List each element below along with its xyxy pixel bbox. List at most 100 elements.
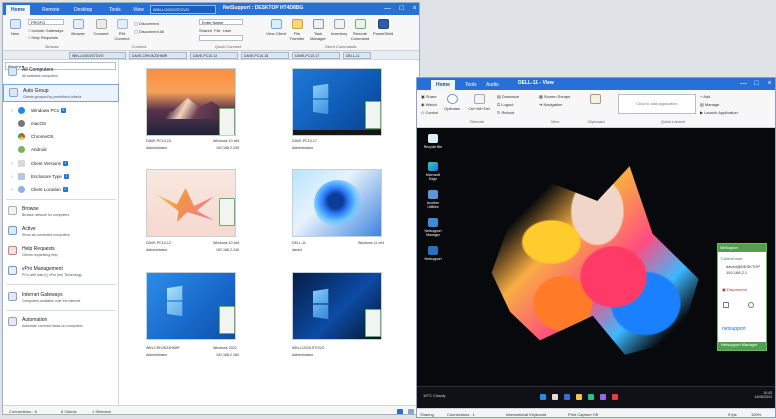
launch-application-button[interactable]: ▶ Launch Application <box>700 110 738 115</box>
client-control-panel[interactable]: NetSupport Control user dave4@DESKTOP 19… <box>717 243 767 351</box>
tree-macos[interactable]: macOS <box>3 118 119 130</box>
chat-icon[interactable] <box>723 302 729 308</box>
viewer-minimize-icon[interactable]: — <box>737 79 750 89</box>
edge-taskbar-icon[interactable] <box>588 394 594 400</box>
sidebar-item-active[interactable]: Active Show all connected computers <box>3 223 119 241</box>
disconnect-client-button[interactable]: ▣ Disconnect <box>722 287 747 292</box>
share-button[interactable]: ▣ Share <box>421 94 437 99</box>
clipboard-button[interactable] <box>585 93 605 117</box>
tree-enclosure-type[interactable]: › Enclosure Type 1 <box>3 171 119 183</box>
tree-chromeos[interactable]: ChromeOS <box>3 131 119 143</box>
sidebar-item-auto-group[interactable]: Auto Group Clients grouped by predefined… <box>3 84 119 102</box>
logout-button[interactable]: ⏻ Logout <box>497 102 514 107</box>
sidebar-item-help-requests[interactable]: Help Requests Clients requesting help <box>3 243 119 261</box>
desktop-icon-netsupport[interactable]: Netsupport <box>423 246 443 266</box>
client-tab-pc10-17[interactable]: DAVE-PC10-17 <box>292 52 340 59</box>
search-icon[interactable] <box>552 394 558 400</box>
remote-desktop[interactable]: Recycle Bin Microsoft Edge Another Utili… <box>417 128 775 408</box>
viewer-tab-tools[interactable]: Tools <box>460 80 482 90</box>
task-view-icon[interactable] <box>564 394 570 400</box>
pin-connect-button[interactable]: PIN Connect <box>112 18 132 42</box>
tree-client-versions[interactable]: › Client Versions 1 <box>3 158 119 170</box>
quick-connect-type[interactable] <box>199 35 243 41</box>
sidebar-item-automation[interactable]: Automation Automate common tasks on comp… <box>3 314 119 332</box>
tree-client-location[interactable]: › Client Location 1 <box>3 184 119 196</box>
desktop-icon-utilities[interactable]: Another Utilities <box>423 190 443 210</box>
remote-command-button[interactable]: Remote Command <box>350 18 370 42</box>
clients-status: 6 Clients <box>61 409 77 414</box>
file-explorer-icon[interactable] <box>576 394 582 400</box>
sidebar-item-browse[interactable]: Browse Browse network for computers <box>3 203 119 221</box>
screen-scrape-button[interactable]: ▦ Screen Scrape <box>539 94 570 99</box>
disconnect-all-button[interactable]: ▢ Disconnect All <box>134 29 164 34</box>
sidebar-item-internet-gateways[interactable]: Internet Gateways Computers available ov… <box>3 289 119 307</box>
desktop-icon-edge[interactable]: Microsoft Edge <box>423 162 443 182</box>
tab-remote[interactable]: Remote <box>37 5 65 15</box>
minimize-icon[interactable]: — <box>381 4 394 14</box>
thumbnail-win-crhjk[interactable] <box>146 272 236 340</box>
browse-button[interactable]: Browse <box>68 18 88 42</box>
viewer-tab-home[interactable]: Home <box>431 80 455 90</box>
tree-windows-pcs[interactable]: › Windows PCs 6 <box>3 105 119 117</box>
client-tab-pc10-12[interactable]: DAVE-PC10-12 <box>190 52 238 59</box>
sidebar-item-vpro[interactable]: vPro Management PCs with Intel (r) vPro … <box>3 263 119 281</box>
task-manager-icon <box>312 19 324 29</box>
quick-connect-input[interactable]: Enter Name <box>199 19 243 25</box>
disconnect-button[interactable]: ▢ Disconnect <box>134 21 159 26</box>
tab-desktop[interactable]: Desktop <box>69 5 97 15</box>
include-gateways-checkbox[interactable]: □ Include Gateways <box>28 28 63 33</box>
viewer-tab-audio[interactable]: Audio <box>481 80 504 90</box>
sidebar-item-all-computers[interactable]: All Computers All available computers <box>3 64 119 82</box>
thumbnail-dave-pc10-15[interactable] <box>146 68 236 136</box>
thumbnail-client-panel <box>365 101 381 129</box>
add-app-button[interactable]: + Add <box>700 94 710 99</box>
document-tab[interactable]: WIN-LOG01STGVO <box>150 5 216 14</box>
store-icon[interactable] <box>600 394 606 400</box>
thumbnail-dave-pc10-17[interactable] <box>292 68 382 136</box>
windows-start-icon[interactable] <box>540 394 546 400</box>
desktop-icon-netsupport-manager[interactable]: Netsupport Manager <box>423 218 443 238</box>
help-requests-checkbox[interactable]: □ Help Requests <box>28 35 58 40</box>
thumbnail-dell-11[interactable] <box>292 169 382 237</box>
help-icon[interactable] <box>748 302 754 308</box>
vpro-icon <box>8 266 17 275</box>
client-tab-pc10-15[interactable]: DAVE-PC10-15 <box>241 52 289 59</box>
client-tab-crhjk[interactable]: DAVE-CRHJKZ3HMIR <box>129 52 187 59</box>
desktop-icon-recycle-bin[interactable]: Recycle Bin <box>423 134 443 154</box>
office-icon[interactable] <box>612 394 618 400</box>
thumbnail-dave-pc10-12[interactable] <box>146 169 236 237</box>
connect-button[interactable]: Connect <box>91 18 111 42</box>
task-manager-button[interactable]: Task Manager <box>308 18 328 42</box>
viewer-close-icon[interactable]: × <box>763 79 775 89</box>
tree-android[interactable]: Android <box>3 144 119 156</box>
manage-app-button[interactable]: ▤ Manage <box>700 102 719 107</box>
tab-tools[interactable]: Tools <box>104 5 126 15</box>
grid-view-icon[interactable] <box>397 409 403 414</box>
optimise-button[interactable]: Optimise <box>442 93 462 117</box>
client-tab-dell[interactable]: DELL-11 <box>343 52 371 59</box>
maximize-icon[interactable]: □ <box>395 4 408 14</box>
new-button[interactable]: New <box>5 18 25 42</box>
client-tab-win-log[interactable]: WIN-LOG01STGVO <box>69 52 126 59</box>
file-transfer-button[interactable]: File Transfer <box>287 18 307 42</box>
ctrl-alt-del-button[interactable]: Ctrl+Alt+Del <box>466 93 492 117</box>
thumbnail-win-log01[interactable] <box>292 272 382 340</box>
close-icon[interactable]: × <box>408 4 419 14</box>
downsize-button[interactable]: ▤ Downsize <box>497 94 519 99</box>
profile-select[interactable]: PROFO <box>28 19 64 25</box>
view-client-button[interactable]: View Client <box>266 18 286 42</box>
watch-button[interactable]: ◉ Watch <box>421 102 437 107</box>
control-button[interactable]: ◇ Control <box>421 110 438 115</box>
tab-view[interactable]: View <box>128 5 149 15</box>
quick-launch-area[interactable]: Click to add application <box>618 94 696 114</box>
thumbnail-taskbar <box>293 130 381 135</box>
weather-widget[interactable]: 19°C Cloudy <box>423 393 446 398</box>
navigation-button[interactable]: ➜ Navigation <box>539 102 562 107</box>
windows-icon <box>18 107 25 114</box>
powershell-button[interactable]: PowerShell <box>373 18 393 42</box>
viewer-maximize-icon[interactable]: □ <box>750 79 763 89</box>
reboot-button[interactable]: ↻ Reboot <box>497 110 514 115</box>
tab-home[interactable]: Home <box>6 5 30 15</box>
inventory-button[interactable]: Inventory <box>329 18 349 42</box>
list-view-icon[interactable] <box>408 409 414 414</box>
